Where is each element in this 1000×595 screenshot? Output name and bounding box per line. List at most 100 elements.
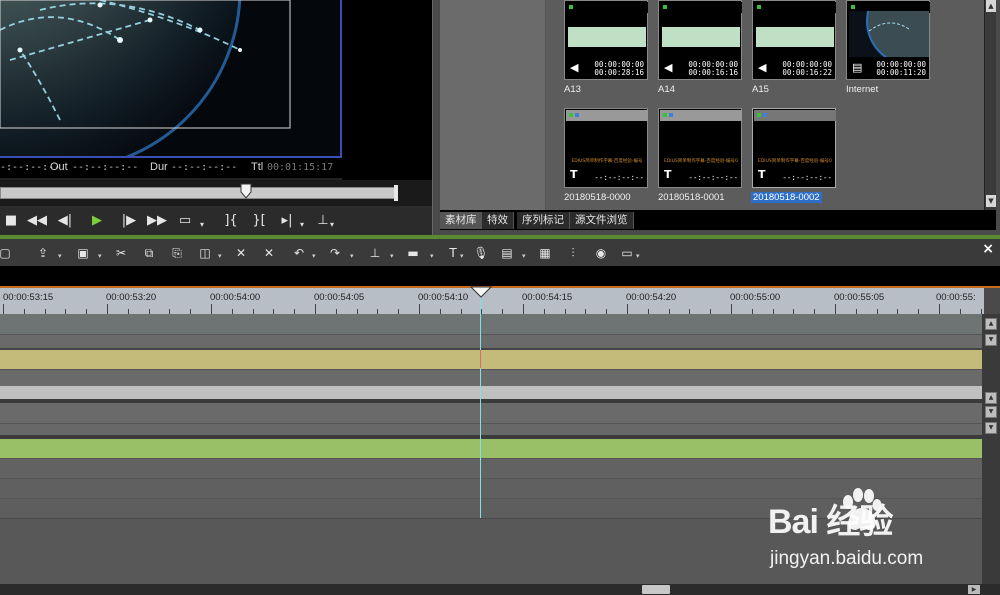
- color-icon[interactable]: ◉: [592, 244, 610, 262]
- timeline-close-icon[interactable]: ×: [982, 241, 994, 257]
- ruler-corner: [984, 288, 1000, 314]
- title-caption: EDIUS简单制作字幕-百度经验-编号: [571, 159, 643, 164]
- grid-icon[interactable]: ▦: [536, 244, 554, 262]
- scroll-down-icon[interactable]: ▼: [985, 406, 997, 418]
- scrub-track[interactable]: [0, 187, 398, 199]
- redo-dropdown-icon[interactable]: ▾: [350, 252, 354, 260]
- cut-point-dropdown-icon[interactable]: ▾: [390, 252, 394, 260]
- ruler-tick: [731, 304, 732, 314]
- clip-a14[interactable]: ◀ 00:00:00:00 00:00:16:16 A14: [658, 0, 742, 95]
- undo-dropdown-icon[interactable]: ▾: [312, 252, 316, 260]
- timeline-horizontal-scrollbar[interactable]: ▶: [0, 584, 1000, 595]
- scroll-thumb[interactable]: [642, 585, 670, 594]
- clip-title-0002[interactable]: EDIUS简单制作字幕-百度经验-编号002 T --:--:--:-- 201…: [751, 108, 836, 203]
- scroll-down-icon[interactable]: ▼: [985, 334, 997, 346]
- save-icon[interactable]: ▣: [74, 244, 92, 262]
- output-icon[interactable]: ▭: [174, 211, 196, 231]
- ruler-label: 00:00:54:20: [626, 292, 677, 303]
- panel-splitter[interactable]: [432, 0, 440, 235]
- track-a1-lower[interactable]: [0, 369, 982, 386]
- scroll-up-icon[interactable]: ▲: [986, 0, 996, 12]
- replace-icon[interactable]: ◫: [196, 244, 214, 262]
- fast-forward-icon[interactable]: ▶▶: [146, 211, 168, 231]
- clip-a15[interactable]: ◀ 00:00:00:00 00:00:16:22 A15: [752, 0, 836, 95]
- track-v1-upper[interactable]: [0, 314, 982, 334]
- undo-icon[interactable]: ↶: [290, 244, 308, 262]
- track-a2[interactable]: [0, 458, 982, 478]
- export-icon[interactable]: ▭: [618, 244, 636, 262]
- out-timecode: --:--:--:--: [72, 162, 139, 173]
- paste-icon[interactable]: ⎘: [168, 244, 186, 262]
- ruler-label: 00:00:54:00: [210, 292, 261, 303]
- scroll-up-icon[interactable]: ▲: [985, 392, 997, 404]
- transition-dropdown-icon[interactable]: ▾: [430, 252, 434, 260]
- track-audio-clip[interactable]: [0, 350, 982, 369]
- new-sequence-icon[interactable]: ▢: [0, 244, 14, 262]
- step-forward-icon[interactable]: |▶: [118, 211, 140, 231]
- clip-title-0001[interactable]: EDIUS简单制作字幕-百度经验-编号001 T --:--:--:-- 201…: [658, 108, 742, 203]
- clip-title-0000[interactable]: EDIUS简单制作字幕-百度经验-编号 T --:--:--:-- 201805…: [564, 108, 648, 203]
- open-dropdown-icon[interactable]: ▾: [58, 252, 62, 260]
- scrub-handle[interactable]: [240, 183, 252, 199]
- scroll-up-icon[interactable]: ▲: [985, 318, 997, 330]
- stop-icon[interactable]: ■: [0, 211, 22, 231]
- clip-tc: --:--:--:--: [782, 173, 832, 182]
- bin-scrollbar[interactable]: ▲ ▼: [984, 0, 996, 210]
- ruler-label: 00:00:55:00: [730, 292, 781, 303]
- cut-icon[interactable]: ✂: [112, 244, 130, 262]
- scroll-right-icon[interactable]: ▶: [968, 585, 980, 594]
- step-back-icon[interactable]: ◀|: [54, 211, 76, 231]
- rewind-icon[interactable]: ◀◀: [26, 211, 48, 231]
- sequence-tab-strip: [0, 266, 1000, 286]
- set-out-icon[interactable]: }[: [248, 211, 270, 231]
- save-dropdown-icon[interactable]: ▾: [98, 252, 102, 260]
- play-icon[interactable]: ▶: [86, 211, 108, 231]
- ruler-tick: [211, 304, 212, 314]
- render-icon[interactable]: ▤: [498, 244, 516, 262]
- microphone-icon[interactable]: 🎙: [472, 244, 490, 262]
- redo-icon[interactable]: ↷: [326, 244, 344, 262]
- tab-source-browser[interactable]: 源文件浏览: [570, 212, 634, 229]
- track-t1-upper[interactable]: [0, 403, 982, 423]
- ripple-delete-icon[interactable]: ✕: [260, 244, 278, 262]
- insert-dropdown-icon[interactable]: ▾: [300, 220, 308, 229]
- editor-window: -:--:--:-- Out --:--:--:-- Dur --:--:--:…: [0, 0, 1000, 595]
- tab-sequence-markers[interactable]: 序列标记: [517, 212, 570, 229]
- playhead-handle[interactable]: [470, 286, 492, 298]
- insert-icon[interactable]: ▸|: [276, 211, 298, 231]
- tab-bin[interactable]: 素材库: [440, 212, 483, 229]
- open-project-icon[interactable]: ⇪: [34, 244, 52, 262]
- clip-a13[interactable]: ◀ 00:00:00:00 00:00:28:16 A13: [564, 0, 648, 95]
- render-dropdown-icon[interactable]: ▾: [522, 252, 526, 260]
- clip-thumbnail: ◀ 00:00:00:00 00:00:16:16: [658, 0, 742, 80]
- title-icon: T: [758, 168, 766, 181]
- dur-label: Dur: [150, 161, 168, 173]
- clip-internet[interactable]: ▤ 00:00:00:00 00:00:11:20 Internet: [846, 0, 930, 95]
- track-t1-lower[interactable]: [0, 423, 982, 435]
- replace-dropdown-icon[interactable]: ▾: [218, 252, 222, 260]
- scroll-down-icon[interactable]: ▼: [985, 422, 997, 434]
- ruler-tick: [523, 304, 524, 314]
- timecode-bar: -:--:--:-- Out --:--:--:-- Dur --:--:--:…: [0, 158, 432, 178]
- cut-point-icon[interactable]: ⊥: [366, 244, 384, 262]
- bin-folder-tree[interactable]: [440, 0, 546, 210]
- tab-effects[interactable]: 特效: [482, 212, 514, 229]
- ruler-label: 00:00:54:10: [418, 292, 469, 303]
- title-dropdown-icon[interactable]: ▾: [460, 252, 464, 260]
- scroll-down-icon[interactable]: ▼: [986, 195, 996, 207]
- track-v1-lower[interactable]: [0, 334, 982, 348]
- output-dropdown-icon[interactable]: ▾: [200, 220, 208, 229]
- mixer-icon[interactable]: ⫶: [564, 244, 582, 262]
- clip-name: Internet: [846, 84, 879, 95]
- track-title-bar[interactable]: [0, 386, 982, 399]
- export-dropdown-icon[interactable]: ▾: [636, 252, 640, 260]
- delete-icon[interactable]: ✕: [232, 244, 250, 262]
- transition-icon[interactable]: ▬: [404, 244, 422, 262]
- title-caption: EDIUS简单制作字幕-百度经验-编号002: [758, 159, 832, 164]
- scrub-bar[interactable]: [0, 180, 432, 206]
- overwrite-dropdown-icon[interactable]: ▾: [330, 220, 338, 229]
- timeline-ruler[interactable]: 00:00:53:15 00:00:53:20 00:00:54:00 00:0…: [0, 288, 984, 314]
- set-in-icon[interactable]: ]{: [220, 211, 242, 231]
- copy-icon[interactable]: ⧉: [140, 244, 158, 262]
- track-video-clip[interactable]: [0, 439, 982, 458]
